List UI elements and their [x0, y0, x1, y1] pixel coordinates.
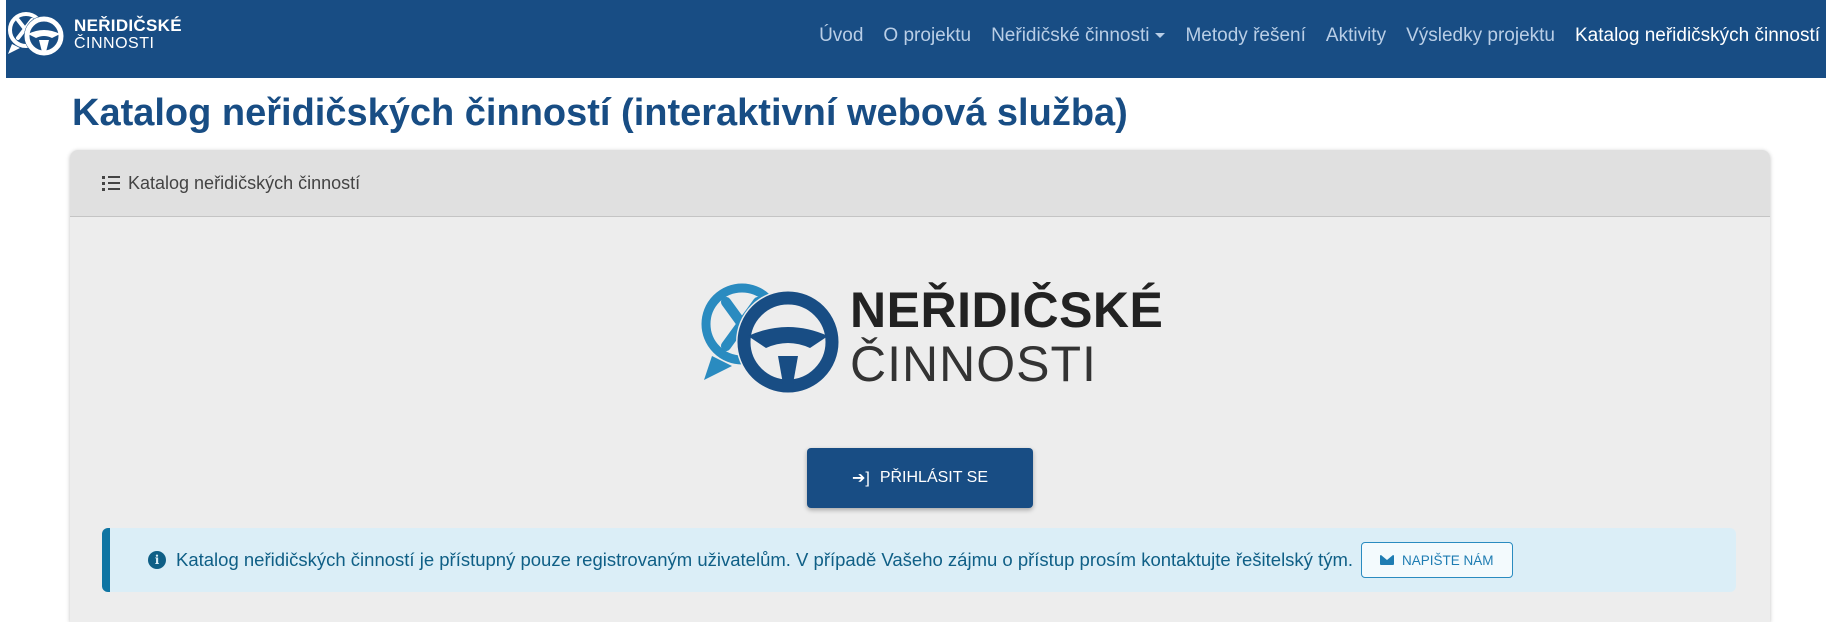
- brand-line1: NEŘIDIČSKÉ: [74, 15, 182, 35]
- project-logo: NEŘIDIČSKÉ ČINNOSTI: [696, 272, 1163, 402]
- logo-line1: NEŘIDIČSKÉ: [850, 282, 1164, 338]
- card-header-label: Katalog neřidičských činností: [128, 172, 361, 193]
- logo-line2: ČINNOSTI: [850, 336, 1097, 392]
- info-icon: i: [148, 551, 166, 569]
- brand-line2: ČINNOSTI: [74, 34, 155, 52]
- nav-item-metody-reseni[interactable]: Metody řešení: [1185, 25, 1305, 47]
- contact-us-label: NAPIŠTE NÁM: [1402, 552, 1494, 568]
- catalog-card: Katalog neřidičských činností NEŘIDIČSKÉ…: [70, 150, 1770, 622]
- page-title: Katalog neřidičských činností (interakti…: [72, 92, 1128, 134]
- login-button-label: PŘIHLÁSIT SE: [879, 469, 989, 486]
- nav-item-uvod[interactable]: Úvod: [819, 25, 863, 47]
- nav-item-vysledky-projektu[interactable]: Výsledky projektu: [1406, 25, 1555, 47]
- nav-item-o-projektu[interactable]: O projektu: [883, 25, 971, 47]
- sign-in-icon: ➔]: [851, 470, 870, 487]
- nav-item-neridicske-cinnosti[interactable]: Neřidičské činnosti: [991, 25, 1166, 47]
- list-icon: [102, 176, 120, 191]
- card-header: Katalog neřidičských činností: [70, 150, 1770, 217]
- brand-link[interactable]: NEŘIDIČSKÉ ČINNOSTI: [6, 4, 182, 64]
- contact-us-button[interactable]: NAPIŠTE NÁM: [1361, 542, 1513, 578]
- nav-item-label: Neřidičské činnosti: [991, 25, 1150, 46]
- steering-wheel-logo-icon: [8, 12, 64, 56]
- info-alert: i Katalog neřidičských činností je příst…: [102, 528, 1736, 592]
- main-nav: Úvod O projektu Neřidičské činnosti Meto…: [799, 25, 1820, 47]
- nav-item-aktivity[interactable]: Aktivity: [1326, 25, 1386, 47]
- steering-wheel-logo-icon: [701, 283, 840, 394]
- envelope-icon: [1380, 555, 1395, 565]
- caret-down-icon: [1155, 33, 1166, 39]
- nav-item-katalog[interactable]: Katalog neřidičských činností: [1575, 25, 1820, 47]
- navbar: NEŘIDIČSKÉ ČINNOSTI Úvod O projektu Neři…: [6, 0, 1826, 78]
- info-alert-text: Katalog neřidičských činností je přístup…: [176, 549, 1354, 570]
- login-button[interactable]: ➔] PŘIHLÁSIT SE: [807, 448, 1033, 508]
